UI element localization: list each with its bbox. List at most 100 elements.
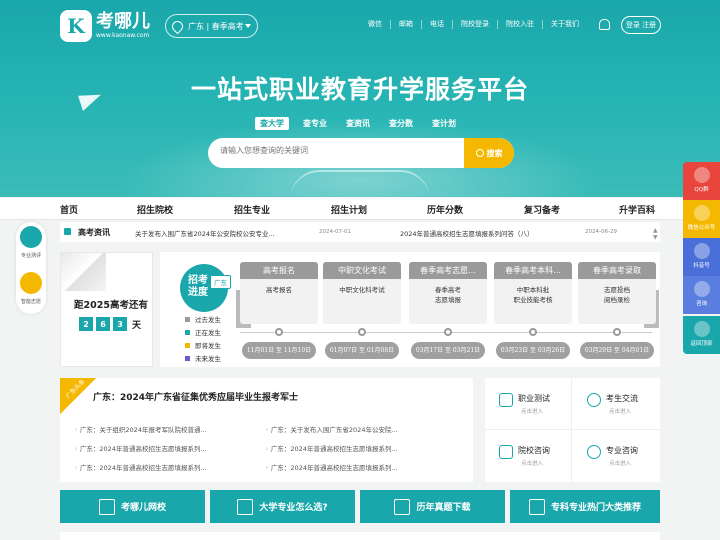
qq-icon bbox=[693, 167, 710, 183]
quick-career-test[interactable]: 职业测试 点击进入 bbox=[485, 378, 572, 430]
location-pin-icon bbox=[169, 18, 186, 34]
timeline-date: 01月07日 至 01月08日 bbox=[325, 342, 399, 359]
news-item[interactable]: 广东：关于组织2024年报考军队院校普通... bbox=[74, 424, 207, 434]
ticker-label: 高考资讯 bbox=[78, 228, 110, 237]
search-box: 搜索 bbox=[208, 138, 514, 168]
float-qq-group[interactable]: QQ群 bbox=[683, 162, 720, 200]
bell-icon[interactable] bbox=[599, 19, 610, 30]
legend-future: 未来发生 bbox=[195, 355, 221, 363]
feature-buttons: 考哪儿网校 大学专业怎么选? 历年真题下载 专科专业热门大类推荐 bbox=[60, 490, 660, 523]
timeline-date: 03月17日 至 03月21日 bbox=[411, 342, 485, 359]
timeline-date: 03月29日 至 04月01日 bbox=[580, 342, 654, 359]
news-item[interactable]: 广东：2024年普通高校招生志愿填报系列... bbox=[74, 462, 207, 472]
timeline-pin-icon bbox=[358, 328, 366, 336]
timeline-card[interactable]: 春季高考本科... 中职本科批 职业技能考核 bbox=[494, 262, 572, 324]
nav-home[interactable]: 首页 bbox=[60, 203, 78, 216]
float-back-to-top[interactable]: 返回顶部 bbox=[683, 316, 720, 354]
nav-majors[interactable]: 招生专业 bbox=[234, 203, 270, 216]
timeline-date: 11月01日 至 11月10日 bbox=[242, 342, 316, 359]
timeline-card-body: 中职文化科考试 bbox=[339, 286, 385, 294]
search-input[interactable] bbox=[220, 146, 450, 155]
online-school-button[interactable]: 考哪儿网校 bbox=[60, 490, 205, 523]
timeline-card-body: 志愿投档 阅档录检 bbox=[604, 286, 630, 304]
timeline-card-title: 高考报名 bbox=[240, 262, 318, 279]
legend-upcoming: 即将发生 bbox=[195, 342, 221, 350]
countdown-title: 距2025高考还有 bbox=[74, 300, 148, 311]
news-headline[interactable]: 广东：2024年广东省征集优秀应届毕业生报考军士 bbox=[93, 390, 298, 403]
news-item[interactable]: 广东：2024年普通高校招生志愿填报系列... bbox=[265, 443, 398, 453]
float-wechat[interactable]: 微信公众号 bbox=[683, 200, 720, 238]
next-section-strip bbox=[60, 532, 660, 540]
top-link-school-login[interactable]: 院校登录 bbox=[453, 20, 498, 29]
search-button[interactable]: 搜索 bbox=[464, 138, 514, 168]
ticker-date: 2024-06-29 bbox=[585, 229, 617, 235]
float-label: QQ群 bbox=[694, 187, 709, 193]
site-logo[interactable]: K 考哪儿 www.kaonaw.com bbox=[60, 10, 150, 42]
location-label: 广东 | 春季高考 bbox=[188, 21, 244, 31]
quick-sub: 点击进入 bbox=[521, 461, 544, 467]
float-consult[interactable]: 咨询 bbox=[683, 276, 720, 314]
timeline-card[interactable]: 春季高考录取 志愿投档 阅档录检 bbox=[578, 262, 656, 324]
open-book-icon bbox=[394, 498, 411, 515]
timeline-card-body: 春季高考 志愿填报 bbox=[435, 286, 461, 304]
search-tab-university[interactable]: 查大学 bbox=[255, 117, 289, 130]
legend-current: 正在发生 bbox=[195, 329, 221, 337]
nav-wiki[interactable]: 升学百科 bbox=[619, 203, 655, 216]
smart-volunteer-icon[interactable] bbox=[20, 272, 42, 294]
news-item[interactable]: 广东：关于发布入围广东省2024年公安院... bbox=[265, 424, 398, 434]
news-item[interactable]: 广东：2024年普通高校招生志愿填报系列... bbox=[265, 462, 398, 472]
top-link-email[interactable]: 邮箱 bbox=[391, 20, 422, 29]
ticker-item[interactable]: 2024年普通高校招生志愿填报系列问答（八） bbox=[400, 228, 534, 238]
timeline-card[interactable]: 高考报名 高考报名 bbox=[240, 262, 318, 324]
test-doc-icon bbox=[499, 393, 513, 407]
timeline-date: 03月23日 至 03月26日 bbox=[496, 342, 570, 359]
logo-name: 考哪儿 bbox=[96, 11, 150, 32]
countdown-unit: 天 bbox=[132, 320, 142, 331]
button-label: 专科专业热门大类推荐 bbox=[550, 503, 641, 513]
timeline-card-title: 中职文化考试 bbox=[323, 262, 401, 279]
top-link-school-join[interactable]: 院校入驻 bbox=[498, 20, 543, 29]
float-douyin[interactable]: 抖音号 bbox=[683, 238, 720, 276]
side-tools: 专业测评 智能志愿 bbox=[16, 222, 46, 314]
nav-schools[interactable]: 招生院校 bbox=[137, 203, 173, 216]
chevron-down-icon bbox=[245, 24, 251, 28]
top-link-about[interactable]: 关于我们 bbox=[543, 20, 587, 29]
quick-major-consult[interactable]: 专业咨询 点击进入 bbox=[573, 430, 660, 482]
building-icon bbox=[528, 498, 545, 515]
past-exams-button[interactable]: 历年真题下载 bbox=[360, 490, 505, 523]
top-link-wechat[interactable]: 微信 bbox=[360, 20, 391, 29]
timeline-card-title: 春季高考志愿... bbox=[409, 262, 487, 279]
online-school-icon bbox=[98, 498, 115, 515]
quick-school-consult[interactable]: 院校咨询 点击进入 bbox=[485, 430, 572, 482]
nav-review[interactable]: 复习备考 bbox=[524, 203, 560, 216]
career-test-icon[interactable] bbox=[20, 226, 42, 248]
search-tab-major[interactable]: 查专业 bbox=[298, 117, 332, 130]
ticker-date: 2024-07-01 bbox=[319, 229, 351, 235]
ticker-arrows-icon[interactable]: ▲ ▼ bbox=[653, 227, 658, 241]
timeline-card[interactable]: 春季高考志愿... 春季高考 志愿填报 bbox=[409, 262, 487, 324]
ticker-item[interactable]: 关于发布入围广东省2024年公安院校公安专业... bbox=[135, 228, 275, 238]
quick-title: 职业测试 bbox=[518, 394, 550, 403]
search-tabs: 查大学 查专业 查资讯 查分数 查计划 bbox=[255, 117, 470, 130]
search-tab-news[interactable]: 查资讯 bbox=[341, 117, 375, 130]
side-tool-label: 智能志愿 bbox=[20, 299, 41, 305]
quick-title: 院校咨询 bbox=[518, 446, 550, 455]
search-tab-plan[interactable]: 查计划 bbox=[427, 117, 461, 130]
location-selector[interactable]: 广东 | 春季高考 bbox=[165, 14, 258, 38]
login-register-button[interactable]: 登录 注册 bbox=[621, 16, 661, 34]
hot-majors-button[interactable]: 专科专业热门大类推荐 bbox=[510, 490, 660, 523]
news-item[interactable]: 广东：2024年普通高校招生志愿填报系列... bbox=[74, 443, 207, 453]
consult-bubble-icon bbox=[587, 445, 601, 459]
quick-sub: 点击进入 bbox=[609, 409, 632, 415]
nav-plans[interactable]: 招生计划 bbox=[331, 203, 367, 216]
headline-news: 广东头条 广东：2024年广东省征集优秀应届毕业生报考军士 广东：关于组织202… bbox=[60, 378, 473, 482]
choose-major-button[interactable]: 大学专业怎么选? bbox=[210, 490, 355, 523]
top-link-phone[interactable]: 电话 bbox=[422, 20, 453, 29]
timeline-card[interactable]: 中职文化考试 中职文化科考试 bbox=[323, 262, 401, 324]
search-tab-score[interactable]: 查分数 bbox=[384, 117, 418, 130]
quick-student-chat[interactable]: 考生交流 点击进入 bbox=[573, 378, 660, 430]
float-label: 微信公众号 bbox=[687, 225, 716, 231]
exam-countdown: 距2025高考还有 2 6 3 天 bbox=[60, 252, 153, 367]
nav-scores[interactable]: 历年分数 bbox=[427, 203, 463, 216]
timeline-pin-icon bbox=[275, 328, 283, 336]
